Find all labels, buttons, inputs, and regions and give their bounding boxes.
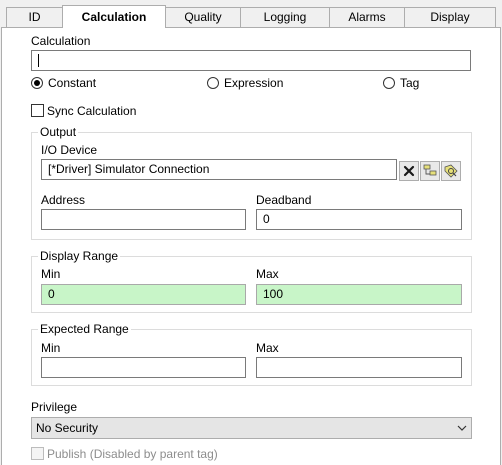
privilege-selected: No Security: [36, 421, 99, 435]
tag-radio[interactable]: [383, 77, 395, 89]
io-device-label: I/O Device: [41, 143, 98, 157]
sync-calculation-checkbox[interactable]: [31, 104, 44, 117]
display-range-title: Display Range: [38, 249, 121, 263]
tab-alarms[interactable]: Alarms: [329, 7, 405, 27]
tag-browse-icon: [444, 164, 458, 178]
expected-max-input[interactable]: [256, 357, 462, 378]
sync-calculation-label: Sync Calculation: [47, 104, 137, 118]
publish-checkbox[interactable]: [31, 447, 44, 460]
clear-device-button[interactable]: [399, 161, 419, 181]
io-device-field[interactable]: [*Driver] Simulator Connection: [41, 159, 397, 180]
select-device-button[interactable]: [420, 161, 440, 181]
privilege-dropdown[interactable]: No Security: [31, 417, 472, 439]
display-min-label: Min: [41, 267, 61, 281]
tag-properties-window: ID Calculation Quality Logging Alarms Di…: [0, 0, 502, 465]
publish-label: Publish (Disabled by parent tag): [47, 447, 218, 461]
chevron-down-icon: [457, 425, 467, 431]
display-max-input[interactable]: 100: [256, 284, 462, 305]
calculation-input[interactable]: [31, 50, 471, 71]
text-caret: [38, 54, 39, 68]
expression-radio[interactable]: [207, 77, 219, 89]
deadband-input[interactable]: 0: [256, 209, 462, 230]
display-max-label: Max: [256, 267, 279, 281]
tab-quality[interactable]: Quality: [165, 7, 241, 27]
expected-min-label: Min: [41, 341, 61, 355]
expected-min-input[interactable]: [41, 357, 246, 378]
privilege-label: Privilege: [31, 400, 78, 414]
calculation-label: Calculation: [31, 34, 91, 48]
tab-id[interactable]: ID: [6, 7, 63, 27]
close-icon: [403, 165, 415, 177]
display-min-input[interactable]: 0: [41, 284, 246, 305]
tab-logging[interactable]: Logging: [240, 7, 330, 27]
address-label: Address: [41, 193, 86, 207]
device-tree-icon: [423, 164, 437, 176]
browse-device-button[interactable]: [441, 161, 461, 181]
constant-radio[interactable]: [31, 77, 43, 89]
tag-label: Tag: [400, 76, 420, 90]
expression-label: Expression: [224, 76, 284, 90]
constant-label: Constant: [48, 76, 97, 90]
tab-calculation[interactable]: Calculation: [62, 5, 166, 28]
output-group-title: Output: [38, 125, 79, 139]
tab-display[interactable]: Display: [404, 7, 496, 27]
expected-max-label: Max: [256, 341, 279, 355]
address-input[interactable]: [41, 209, 246, 230]
expected-range-title: Expected Range: [38, 322, 131, 336]
deadband-label: Deadband: [256, 193, 312, 207]
